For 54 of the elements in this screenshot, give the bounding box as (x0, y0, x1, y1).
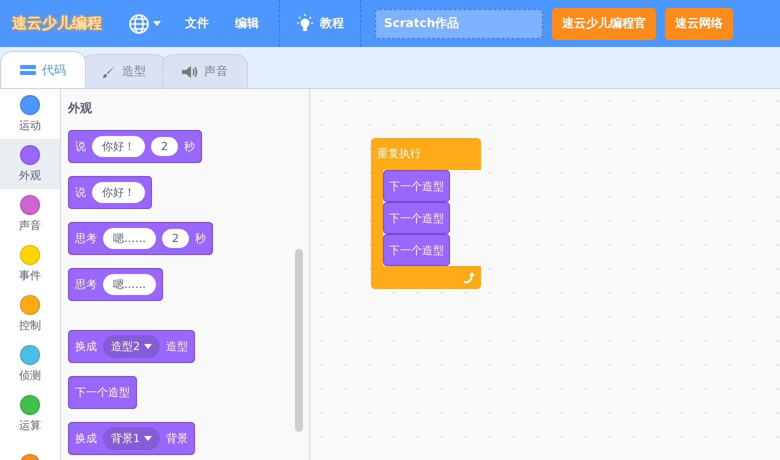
globe-icon (128, 12, 150, 34)
block-label: 思考 (75, 277, 97, 292)
palette-heading: 外观 (68, 100, 92, 117)
block-label: 秒 (184, 139, 195, 154)
code-block[interactable]: 思考 嗯…… (68, 268, 163, 301)
text-input[interactable]: 嗯…… (103, 228, 156, 249)
text-input[interactable]: 2 (151, 137, 178, 156)
code-block[interactable]: 思考 嗯…… 2 秒 (68, 222, 213, 255)
block-label: 下一个造型 (75, 385, 130, 400)
category-item[interactable]: 侦测 (0, 339, 60, 389)
dropdown[interactable]: 造型2 (103, 335, 160, 358)
dropdown[interactable]: 背景1 (103, 427, 160, 450)
category-item[interactable]: 声音 (0, 189, 60, 239)
code-block[interactable]: 下一个造型 (383, 170, 450, 202)
category-item[interactable]: 事件 (0, 239, 60, 289)
code-block[interactable]: 换成 造型2 造型 (68, 330, 195, 363)
block-label: 换成 (75, 339, 97, 354)
caret-icon (153, 21, 161, 26)
text-input[interactable]: 2 (162, 229, 189, 248)
category-item[interactable]: 外观 (0, 139, 60, 189)
brush-icon (102, 64, 116, 78)
category-item[interactable]: 控制 (0, 289, 60, 339)
code-block[interactable]: 下一个造型 (68, 376, 137, 409)
block-label: 思考 (75, 231, 97, 246)
block-label: 造型 (166, 339, 188, 354)
block-label: 说 (75, 139, 86, 154)
forever-block[interactable]: 重复执行 下一个造型 下一个造型 下一个造型 (371, 138, 481, 289)
code-block[interactable]: 换成 背景1 背景 (68, 422, 195, 455)
text-input[interactable]: 你好！ (92, 182, 145, 203)
block-label: 秒 (195, 231, 206, 246)
loop-arrow-icon (463, 272, 475, 284)
speaker-icon (182, 66, 198, 78)
code-block[interactable]: 说 你好！ (68, 176, 152, 209)
menu-item[interactable]: 编辑 (229, 11, 265, 36)
menu-item[interactable]: 文件 (179, 11, 215, 36)
lightbulb-icon (296, 14, 314, 34)
category-item[interactable]: 运算 (0, 389, 60, 439)
text-input[interactable]: 你好！ (92, 136, 145, 157)
caret-icon (144, 436, 152, 441)
scrollbar[interactable] (295, 249, 303, 432)
text-input[interactable]: 嗯…… (103, 274, 156, 295)
block-label: 说 (75, 185, 86, 200)
block-label: 重复执行 (377, 147, 421, 160)
code-block[interactable]: 下一个造型 (383, 234, 450, 266)
code-block[interactable]: 说 你好！ 2 秒 (68, 130, 202, 163)
tutorials-button[interactable]: 教程 (290, 10, 350, 38)
caret-icon (144, 344, 152, 349)
code-blocks-icon (20, 65, 36, 75)
code-block[interactable]: 下一个造型 (383, 202, 450, 234)
block-label: 换成 (75, 431, 97, 446)
block-label: 背景 (166, 431, 188, 446)
tab[interactable]: 声音 (162, 54, 248, 88)
category-item[interactable]: 运动 (0, 89, 60, 139)
tab[interactable]: 代码 (0, 51, 86, 88)
